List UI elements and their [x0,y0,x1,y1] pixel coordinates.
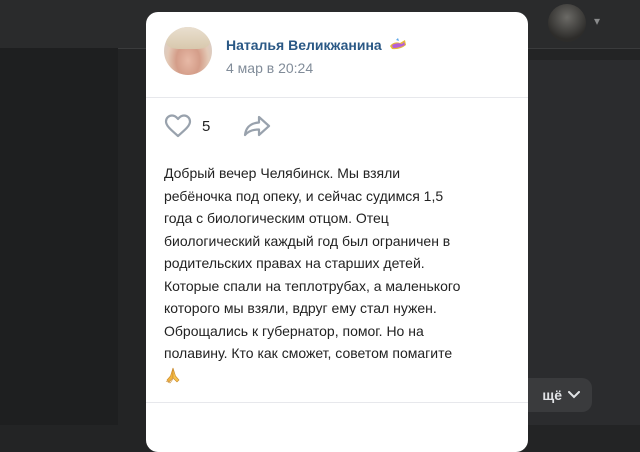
post-date[interactable]: 4 мар в 20:24 [226,60,313,76]
post-text-line: Которые спали на теплотрубах, а маленько… [164,277,461,294]
heart-icon [164,114,192,138]
author-name-row: Наталья Великжанина [226,37,408,53]
post-text-line: полавину. Кто как сможет, советом помаги… [164,345,453,361]
right-background-panel [528,60,640,425]
post-text-line: ребёночка под опеку, и сейчас судимся 1,… [164,187,444,204]
post-text-line: Оброщались к губернатор, помог. Но на [164,322,424,339]
gift-icon[interactable] [388,37,408,53]
show-more-button[interactable]: щё [518,378,592,412]
post-text-line: родительских правах на старших детей. [164,255,425,271]
chevron-down-icon[interactable]: ▾ [594,14,600,28]
post-card: Наталья Великжанина 4 мар в 20:24 5 Добр… [146,12,528,452]
divider [146,402,528,403]
praying-hands-icon [165,367,180,383]
show-more-label: щё [542,387,562,403]
post-text-line: года с биологическим отцом. Отец [164,210,389,226]
user-avatar[interactable] [548,4,586,42]
share-button[interactable] [242,114,272,143]
post-text-line: которого мы взяли, вдруг ему стал нужен. [164,300,437,316]
post-text: Добрый вечер Челябинск. Мы взяли ребёноч… [164,162,520,387]
chevron-down-icon [568,391,580,399]
like-count: 5 [202,117,211,135]
left-background-panel [0,48,118,425]
post-text-line: Добрый вечер Челябинск. Мы взяли [164,165,401,181]
divider [146,97,528,98]
post-text-line: биологический каждый год был ограничен в [164,232,451,249]
share-icon [243,115,271,137]
like-button[interactable]: 5 [164,114,210,138]
post-emoji-line: 🙏 [164,365,520,388]
author-name[interactable]: Наталья Великжанина [226,37,382,53]
author-avatar[interactable] [164,27,212,75]
